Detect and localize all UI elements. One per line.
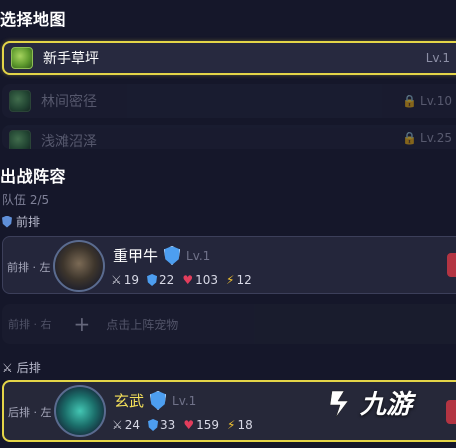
shield-icon	[2, 215, 12, 228]
map-name: 林间密径	[41, 94, 97, 110]
remove-unit-button[interactable]	[446, 400, 456, 424]
sword-icon: ⚔	[112, 418, 123, 432]
map-section-title: 选择地图	[0, 10, 67, 29]
map-option-forest-path[interactable]: 林间密径 🔒 Lv.10	[2, 84, 456, 118]
map-name: 新手草坪	[43, 51, 99, 67]
back-row-label: ⚔ 后排	[2, 360, 41, 376]
lineup-section-title: 出战阵容	[0, 167, 67, 186]
lock-icon: 🔒	[402, 94, 418, 108]
plus-icon: +	[73, 312, 91, 336]
map-level: 🔒 Lv.25	[402, 131, 452, 145]
bull-avatar	[53, 240, 105, 292]
bolt-icon: ⚡	[226, 273, 235, 287]
watermark-logo: 九游	[326, 384, 412, 421]
front-left-unit-card[interactable]: 前排 · 左 重甲牛 Lv.1 ⚔ 19 22 ♥ 103 ⚡ 12	[2, 236, 456, 294]
map-level: Lv.1	[425, 51, 450, 65]
remove-unit-button[interactable]	[447, 253, 456, 277]
forest-thumbnail-icon	[9, 90, 31, 112]
turtle-avatar	[54, 385, 106, 437]
defense-icon	[147, 274, 158, 286]
bolt-icon: ⚡	[227, 418, 236, 432]
crossed-swords-icon: ⚔	[2, 360, 13, 375]
unit-stats: ⚔ 19 22 ♥ 103 ⚡ 12	[111, 273, 252, 287]
shield-badge-icon	[164, 246, 181, 265]
front-right-empty-slot[interactable]: 前排 · 右 + 点击上阵宠物	[2, 304, 456, 344]
map-option-newbie-lawn[interactable]: 新手草坪 Lv.1	[2, 41, 456, 75]
slot-tag: 后排 · 左	[8, 406, 52, 419]
map-level: 🔒 Lv.10	[402, 94, 452, 108]
lawn-thumbnail-icon	[11, 47, 33, 69]
map-name: 浅滩沼泽	[41, 134, 97, 149]
map-option-swamp[interactable]: 浅滩沼泽 🔒 Lv.25	[2, 125, 456, 149]
shield-badge-icon	[150, 391, 167, 410]
heart-icon: ♥	[183, 418, 195, 432]
front-row-label: 前排	[2, 213, 40, 230]
nine-game-logo-icon	[329, 390, 349, 417]
slot-tag: 前排 · 左	[7, 261, 51, 274]
unit-name-row: 重甲牛 Lv.1	[113, 246, 211, 265]
sword-icon: ⚔	[111, 273, 122, 287]
team-count: 队伍 2/5	[2, 193, 50, 207]
unit-stats: ⚔ 24 33 ♥ 159 ⚡ 18	[112, 418, 253, 432]
empty-slot-hint: 点击上阵宠物	[106, 317, 179, 332]
heart-icon: ♥	[182, 273, 194, 287]
swamp-thumbnail-icon	[9, 130, 31, 149]
lock-icon: 🔒	[402, 131, 418, 145]
slot-tag: 前排 · 右	[8, 318, 52, 331]
unit-name-row: 玄武 Lv.1	[114, 391, 197, 410]
defense-icon	[148, 419, 159, 431]
